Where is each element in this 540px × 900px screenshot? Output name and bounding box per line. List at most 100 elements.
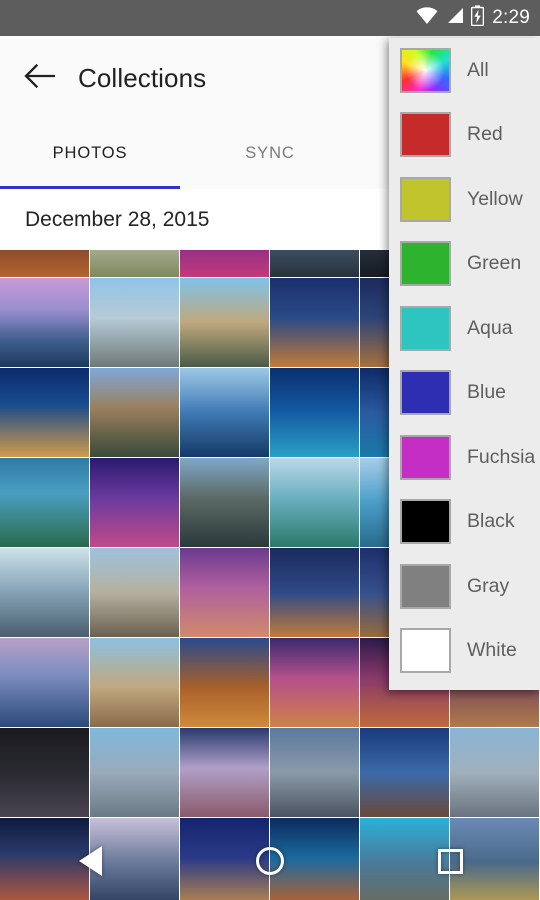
color-swatch-blue-icon [400,370,451,416]
photo-thumbnail[interactable] [0,728,89,817]
color-menu-label: White [467,639,517,662]
system-navigation-bar [0,822,540,900]
status-bar: 2:29 [0,0,540,36]
photo-thumbnail[interactable] [180,250,269,277]
photo-thumbnail[interactable] [270,458,359,547]
home-circle-icon [256,847,284,875]
color-swatch-fuchsia-icon [400,434,451,480]
color-menu-item-fuchsia[interactable]: Fuchsia [389,425,540,490]
color-menu-label: Fuchsia [467,445,536,468]
back-button[interactable] [14,52,66,104]
color-menu-item-white[interactable]: White [389,619,540,684]
photo-thumbnail[interactable] [360,728,449,817]
photo-image [180,638,269,727]
color-swatch-yellow-icon [400,176,451,222]
color-menu-item-black[interactable]: Black [389,490,540,555]
color-swatch-aqua-icon [400,305,451,351]
photo-thumbnail[interactable] [90,638,179,727]
color-swatch-all-icon [400,47,451,93]
recents-square-icon [437,848,463,874]
photo-image [360,728,449,817]
color-menu-item-all[interactable]: All [389,38,540,103]
photo-image [180,278,269,367]
photo-image [90,638,179,727]
photo-thumbnail[interactable] [180,278,269,367]
page-title: Collections [78,62,207,93]
photo-image [0,638,89,727]
photo-thumbnail[interactable] [270,728,359,817]
photo-image [90,728,179,817]
wifi-icon [416,7,438,29]
tab-photos[interactable]: PHOTOS [0,120,180,186]
photo-thumbnail[interactable] [0,368,89,457]
photo-thumbnail[interactable] [180,368,269,457]
photo-image [90,368,179,457]
color-menu-item-red[interactable]: Red [389,103,540,168]
photo-thumbnail[interactable] [180,728,269,817]
photo-image [270,250,359,277]
color-filter-menu[interactable]: All Red Yellow Green Aqua Blue Fuchsia Black Gra… [389,38,540,690]
color-menu-label: Green [467,252,522,275]
photo-image [270,548,359,637]
color-menu-item-green[interactable]: Green [389,232,540,297]
color-menu-label: Gray [467,574,510,597]
date-header-label: December 28, 2015 [25,207,210,231]
photo-thumbnail[interactable] [90,548,179,637]
photo-thumbnail[interactable] [0,278,89,367]
photo-thumbnail[interactable] [90,278,179,367]
photo-image [180,368,269,457]
photo-thumbnail[interactable] [180,548,269,637]
photo-thumbnail[interactable] [0,250,89,277]
photo-thumbnail[interactable] [0,458,89,547]
status-icon-group [416,5,485,31]
photo-thumbnail[interactable] [270,638,359,727]
photo-thumbnail[interactable] [90,368,179,457]
signal-icon [445,7,464,29]
nav-back-button[interactable] [45,831,135,891]
photo-image [0,548,89,637]
photo-thumbnail[interactable] [180,458,269,547]
photo-thumbnail[interactable] [270,250,359,277]
photo-thumbnail[interactable] [270,278,359,367]
photo-image [270,458,359,547]
color-menu-item-yellow[interactable]: Yellow [389,167,540,232]
photo-image [180,728,269,817]
back-triangle-icon [78,846,102,876]
photo-image [180,250,269,277]
color-menu-label: All [467,58,489,81]
photo-thumbnail[interactable] [270,368,359,457]
tab-sync[interactable]: SYNC [180,120,360,186]
nav-home-button[interactable] [225,831,315,891]
color-menu-item-aqua[interactable]: Aqua [389,296,540,361]
battery-charging-icon [470,5,485,31]
photo-thumbnail[interactable] [0,638,89,727]
back-arrow-icon [24,63,56,94]
color-swatch-white-icon [400,628,451,674]
status-bar-time: 2:29 [492,7,530,28]
color-menu-label: Red [467,123,503,146]
color-menu-item-gray[interactable]: Gray [389,554,540,619]
color-menu-item-blue[interactable]: Blue [389,361,540,426]
color-menu-label: Blue [467,381,507,404]
color-menu-label: Black [467,510,515,533]
photo-image [270,278,359,367]
color-swatch-green-icon [400,241,451,287]
color-swatch-gray-icon [400,563,451,609]
photo-image [180,548,269,637]
photo-image [270,638,359,727]
nav-recents-button[interactable] [405,831,495,891]
photo-thumbnail[interactable] [90,728,179,817]
color-menu-label: Aqua [467,316,513,339]
photo-thumbnail[interactable] [180,638,269,727]
photo-image [90,548,179,637]
photo-thumbnail[interactable] [90,458,179,547]
photo-thumbnail[interactable] [270,548,359,637]
screen-root: 2:29 Collections PHOTOS SYNC December 28… [0,0,540,900]
photo-image [270,368,359,457]
photo-thumbnail[interactable] [0,548,89,637]
color-menu-label: Yellow [467,187,523,210]
photo-image [90,250,179,277]
photo-image [0,250,89,277]
photo-thumbnail[interactable] [90,250,179,277]
photo-thumbnail[interactable] [450,728,539,817]
